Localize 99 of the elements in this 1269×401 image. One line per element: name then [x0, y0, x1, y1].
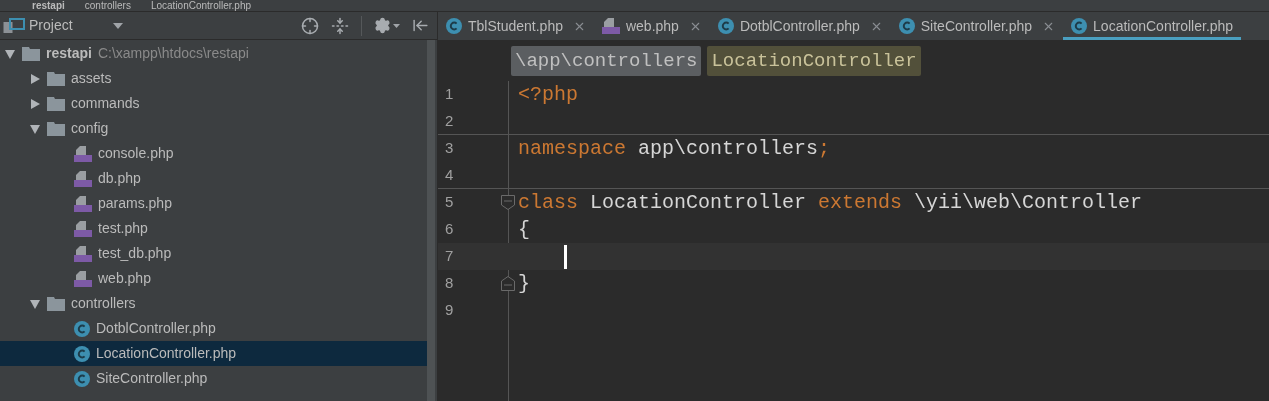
tree-item-label: assets — [71, 69, 112, 88]
project-icon — [3, 17, 25, 34]
tree-item[interactable]: DotblController.php — [0, 316, 427, 341]
tree-item[interactable]: SiteController.php — [0, 366, 427, 391]
tree-item-path: C:\xampp\htdocs\restapi — [97, 44, 249, 63]
panel-title: Project — [29, 16, 73, 35]
code-token: class — [518, 189, 578, 216]
expanded-arrow-icon[interactable] — [29, 122, 41, 135]
text-caret — [564, 244, 567, 269]
code-token: LocationController — [589, 189, 808, 216]
scrollbar[interactable] — [427, 40, 435, 401]
line-number: 5 — [444, 192, 455, 213]
php-file-icon — [74, 244, 92, 263]
tree-item-label: db.php — [98, 169, 141, 188]
folder-icon — [47, 96, 65, 111]
line-number: 7 — [444, 246, 455, 267]
class-file-icon — [717, 18, 734, 34]
tree-item-label: web.php — [98, 269, 151, 288]
hide-panel-icon[interactable] — [412, 17, 429, 34]
breadcrumb-item[interactable]: LocationController.php — [150, 0, 251, 11]
line-number: 9 — [444, 300, 455, 321]
line-number: 1 — [444, 84, 455, 105]
tree-item[interactable]: restapi C:\xampp\htdocs\restapi — [0, 41, 427, 66]
class-file-icon — [74, 370, 90, 387]
folder-icon — [22, 46, 40, 61]
code-token: \yii\web\Controller — [913, 189, 1143, 216]
code-breadcrumb[interactable]: \app\controllers — [511, 45, 702, 76]
class-file-icon — [74, 345, 90, 362]
line-number: 6 — [444, 219, 455, 240]
fold-marker-icon[interactable] — [501, 195, 515, 210]
editor-tab[interactable]: TblStudent.php — [438, 12, 594, 40]
tree-item[interactable]: assets — [0, 66, 427, 91]
code-token: } — [518, 270, 530, 297]
tree-item[interactable]: LocationController.php — [0, 341, 427, 366]
php-file-icon — [74, 194, 92, 213]
folder-icon — [47, 296, 65, 311]
line-number: 2 — [444, 110, 455, 131]
class-file-icon — [898, 18, 915, 34]
tab-label: TblStudent.php — [468, 16, 563, 36]
tree-item[interactable]: commands — [0, 91, 427, 116]
breadcrumb-item[interactable]: restapi — [32, 0, 65, 11]
expanded-arrow-icon[interactable] — [29, 297, 41, 310]
editor-tab[interactable]: LocationController.php — [1063, 12, 1242, 40]
code-token: { — [518, 216, 530, 243]
tab-label: DotblController.php — [739, 16, 860, 36]
code-token: <?php — [518, 81, 578, 108]
class-file-icon — [446, 18, 462, 34]
breadcrumb-item[interactable]: controllers — [84, 0, 131, 11]
editor-tab[interactable]: SiteController.php — [890, 12, 1064, 40]
tab-label: LocationController.php — [1093, 16, 1234, 36]
code-token: ; — [818, 135, 831, 162]
class-file-icon — [1071, 18, 1088, 34]
tree-item-label: params.php — [98, 194, 172, 213]
fold-marker-icon[interactable] — [501, 276, 515, 291]
tree-item[interactable]: test_db.php — [0, 241, 427, 266]
php-file-icon — [74, 219, 92, 238]
collapse-all-icon[interactable] — [331, 16, 349, 35]
tab-label: SiteController.php — [920, 16, 1033, 36]
tree-item-label: restapi — [46, 44, 92, 63]
tree-item-label: controllers — [71, 294, 136, 313]
code-token: app\controllers — [637, 135, 819, 162]
tree-item-label: console.php — [98, 144, 174, 163]
tab-label: web.php — [625, 16, 679, 36]
php-file-icon — [601, 17, 620, 35]
code-token: namespace — [518, 135, 627, 162]
folder-icon — [47, 71, 65, 86]
line-number: 3 — [444, 138, 455, 159]
line-number: 8 — [444, 273, 455, 294]
tree-item[interactable]: console.php — [0, 141, 427, 166]
php-file-icon — [74, 169, 92, 188]
php-file-icon — [74, 269, 92, 288]
folder-icon — [47, 121, 65, 136]
editor-tab[interactable]: web.php — [593, 12, 710, 40]
editor-tab[interactable]: DotblController.php — [709, 12, 891, 40]
tree-item[interactable]: config — [0, 116, 427, 141]
collapsed-arrow-icon[interactable] — [29, 97, 41, 110]
expanded-arrow-icon[interactable] — [4, 47, 16, 60]
tree-item-label: DotblController.php — [96, 319, 216, 338]
tree-item-label: test_db.php — [98, 244, 172, 263]
tree-item[interactable]: web.php — [0, 266, 427, 291]
tree-item-label: config — [71, 119, 109, 138]
tree-item[interactable]: controllers — [0, 291, 427, 316]
php-file-icon — [74, 144, 92, 163]
tree-item-label: SiteController.php — [96, 369, 208, 388]
tree-item[interactable]: db.php — [0, 166, 427, 191]
tree-item-label: commands — [71, 94, 140, 113]
collapsed-arrow-icon[interactable] — [29, 72, 41, 85]
tree-item-label: LocationController.php — [96, 344, 237, 363]
tree-item[interactable]: test.php — [0, 216, 427, 241]
class-file-icon — [74, 320, 90, 337]
dropdown-caret-icon[interactable] — [112, 22, 123, 29]
line-number: 4 — [444, 164, 455, 185]
dropdown-caret-icon[interactable] — [393, 23, 400, 28]
code-token: extends — [818, 189, 903, 216]
tree-item[interactable]: params.php — [0, 191, 427, 216]
settings-icon[interactable] — [374, 17, 391, 34]
locate-icon[interactable] — [301, 16, 319, 35]
tree-item-label: test.php — [98, 219, 148, 238]
code-breadcrumb[interactable]: LocationController — [707, 45, 921, 76]
